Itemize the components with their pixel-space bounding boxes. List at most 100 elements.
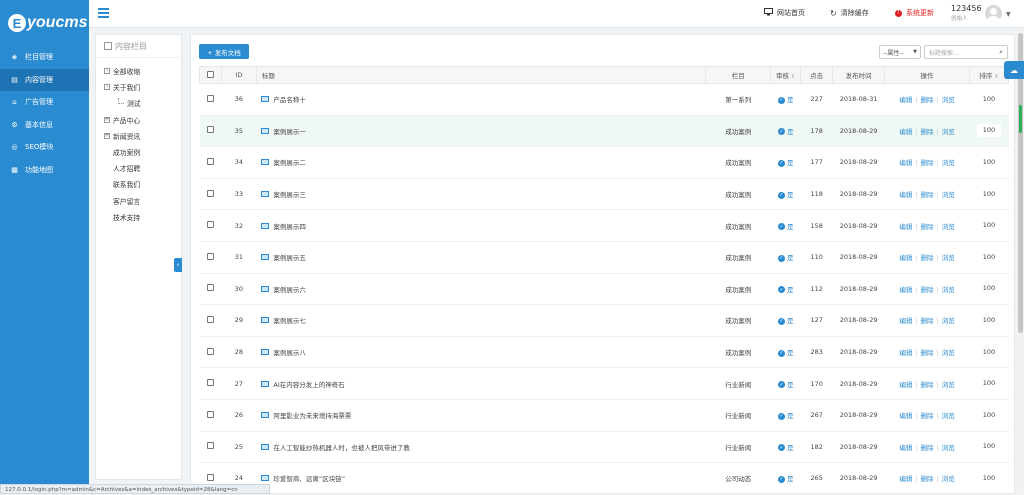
row-audit[interactable]: ✓ 是 <box>770 462 801 495</box>
expand-icon[interactable]: + <box>104 116 110 123</box>
select-all-checkbox[interactable] <box>206 70 214 78</box>
sort-order-input[interactable]: 100 <box>976 155 1001 169</box>
table-row[interactable]: 26 阿里影业为未来增持海票票 行业新闻 ✓ 是 267 2018-08-29 编辑 | 删除 | 浏… <box>199 399 1009 432</box>
sort-order-input[interactable]: 100 <box>976 92 1001 106</box>
sidebar-item-1[interactable]: ▤ 内容管理 <box>0 68 89 91</box>
view-link[interactable]: 浏览 <box>942 223 955 231</box>
row-title[interactable]: AI在内容分发上的神奇石 <box>273 381 344 389</box>
edit-link[interactable]: 编辑 <box>899 223 912 231</box>
cloud-icon[interactable]: ☁ <box>1004 61 1024 79</box>
row-checkbox[interactable] <box>206 347 214 355</box>
row-audit[interactable]: ✓ 是 <box>770 304 801 337</box>
sort-order-input[interactable]: 100 <box>976 282 1001 296</box>
attribute-filter-select[interactable]: --属性-- ▼ <box>879 45 921 59</box>
table-row[interactable]: 25 在人工智能炒热机器人时，也被人把风带进了教 行业新闻 ✓ 是 182 2018-08-… <box>199 431 1009 464</box>
delete-link[interactable]: 删除 <box>921 412 934 420</box>
sidebar-item-4[interactable]: ◎ SEO模块 <box>0 136 89 159</box>
sidebar-item-2[interactable]: ⌂ 广告管理 <box>0 91 89 114</box>
sidebar-item-3[interactable]: ⚙ 基本信息 <box>0 114 89 137</box>
logo[interactable]: Eyoucms <box>0 0 89 46</box>
sidebar-item-5[interactable]: ▦ 功能地图 <box>0 159 89 182</box>
row-checkbox[interactable] <box>206 157 214 165</box>
tree-item[interactable]: 人才招聘 <box>96 160 181 176</box>
row-title[interactable]: 案例展示四 <box>273 223 306 231</box>
table-row[interactable]: 32 案例展示四 成功案例 ✓ 是 158 2018-08-29 编辑 | 删除 | 浏览 100 <box>199 209 1009 242</box>
sort-order-input[interactable]: 100 <box>976 471 1001 485</box>
view-link[interactable]: 浏览 <box>942 128 955 136</box>
menu-toggle-icon[interactable] <box>98 8 109 18</box>
row-checkbox[interactable] <box>206 315 214 323</box>
edit-link[interactable]: 编辑 <box>899 412 912 420</box>
sort-order-input[interactable]: 100 <box>976 408 1001 422</box>
expand-icon[interactable]: + <box>104 132 110 139</box>
row-audit[interactable]: ✓ 是 <box>770 241 801 274</box>
system-update-link[interactable]: ! 系统更新 <box>895 8 934 18</box>
sort-order-input[interactable]: 100 <box>976 313 1001 327</box>
row-title[interactable]: 案例展示七 <box>273 317 306 325</box>
search-icon[interactable]: ⌕ <box>999 48 1003 57</box>
sidebar-item-0[interactable]: ◈ 栏目管理 <box>0 46 89 69</box>
edit-link[interactable]: 编辑 <box>899 286 912 294</box>
delete-link[interactable]: 删除 <box>921 317 934 325</box>
col-time[interactable]: 发布时间 <box>832 66 886 84</box>
sort-order-input[interactable]: 100 <box>976 345 1001 359</box>
edit-link[interactable]: 编辑 <box>899 317 912 325</box>
row-checkbox[interactable] <box>206 189 214 197</box>
row-audit[interactable]: ✓ 是 <box>770 431 801 464</box>
tree-item[interactable]: + 新闻资讯 <box>96 128 181 144</box>
delete-link[interactable]: 删除 <box>921 444 934 452</box>
view-link[interactable]: 浏览 <box>942 412 955 420</box>
clear-cache-link[interactable]: ↻ 清除缓存 <box>830 8 869 18</box>
row-checkbox[interactable] <box>206 410 214 418</box>
chevron-down-icon[interactable]: ▼ <box>1006 11 1011 18</box>
tree-item[interactable]: 成功案例 <box>96 144 181 160</box>
row-checkbox[interactable] <box>206 94 214 102</box>
view-link[interactable]: 浏览 <box>942 444 955 452</box>
table-row[interactable]: 29 案例展示七 成功案例 ✓ 是 127 2018-08-29 编辑 | 删除 | 浏览 100 <box>199 304 1009 337</box>
row-audit[interactable]: ✓ 是 <box>770 336 801 369</box>
col-audit[interactable]: 审核 ⇕ <box>770 66 802 84</box>
table-row[interactable]: 24 珍爱智商、远离“区块链” 公司动态 ✓ 是 265 2018-08-29 编辑 | 删除 | 浏… <box>199 462 1009 495</box>
table-row[interactable]: 35 案例展示一 成功案例 ✓ 是 178 2018-08-29 编辑 | 删除 | 浏览 100 <box>199 115 1009 148</box>
row-title[interactable]: 案例展示八 <box>273 349 306 357</box>
site-home-link[interactable]: 网站首页 <box>764 8 805 18</box>
delete-link[interactable]: 删除 <box>921 96 934 104</box>
view-link[interactable]: 浏览 <box>942 349 955 357</box>
row-audit[interactable]: ✓ 是 <box>770 209 801 242</box>
row-audit[interactable]: ✓ 是 <box>770 146 801 179</box>
delete-link[interactable]: 删除 <box>921 286 934 294</box>
col-clicks[interactable]: 点击 <box>800 66 834 84</box>
row-title[interactable]: 案例展示三 <box>273 191 306 199</box>
edit-link[interactable]: 编辑 <box>899 254 912 262</box>
delete-link[interactable]: 删除 <box>921 191 934 199</box>
row-title[interactable]: 产品名称十 <box>273 96 306 104</box>
sort-order-input[interactable]: 100 <box>976 250 1001 264</box>
row-audit[interactable]: ✓ 是 <box>770 83 801 116</box>
row-title[interactable]: 案例展示一 <box>273 128 306 136</box>
table-row[interactable]: 31 案例展示五 成功案例 ✓ 是 110 2018-08-29 编辑 | 删除 | 浏览 100 <box>199 241 1009 274</box>
edit-link[interactable]: 编辑 <box>899 475 912 483</box>
user-info[interactable]: 123456 创始人 <box>951 4 982 22</box>
tree-item[interactable]: + 产品中心 <box>96 112 181 128</box>
delete-link[interactable]: 删除 <box>921 159 934 167</box>
sort-order-input[interactable]: 100 <box>976 440 1001 454</box>
col-id[interactable]: ID <box>220 66 257 84</box>
sort-order-input[interactable]: 100 <box>976 219 1001 233</box>
table-row[interactable]: 34 案例展示二 成功案例 ✓ 是 177 2018-08-29 编辑 | 删除 | 浏览 100 <box>199 146 1009 179</box>
delete-link[interactable]: 删除 <box>921 475 934 483</box>
row-title[interactable]: 阿里影业为未来增持海票票 <box>273 412 351 420</box>
table-row[interactable]: 33 案例展示三 成功案例 ✓ 是 118 2018-08-29 编辑 | 删除 | 浏览 100 <box>199 178 1009 211</box>
avatar[interactable] <box>985 5 1002 22</box>
row-checkbox[interactable] <box>206 126 214 134</box>
row-checkbox[interactable] <box>206 442 214 450</box>
view-link[interactable]: 浏览 <box>942 286 955 294</box>
row-checkbox[interactable] <box>206 379 214 387</box>
row-checkbox[interactable] <box>206 221 214 229</box>
view-link[interactable]: 浏览 <box>942 381 955 389</box>
row-title[interactable]: 在人工智能炒热机器人时，也被人把风带进了教 <box>273 444 410 452</box>
row-title[interactable]: 案例展示五 <box>273 254 306 262</box>
row-title[interactable]: 案例展示六 <box>273 286 306 294</box>
table-row[interactable]: 36 产品名称十 第一系列 ✓ 是 227 2018-08-31 编辑 | 删除 | 浏览 100 <box>199 83 1009 116</box>
view-link[interactable]: 浏览 <box>942 317 955 325</box>
delete-link[interactable]: 删除 <box>921 254 934 262</box>
